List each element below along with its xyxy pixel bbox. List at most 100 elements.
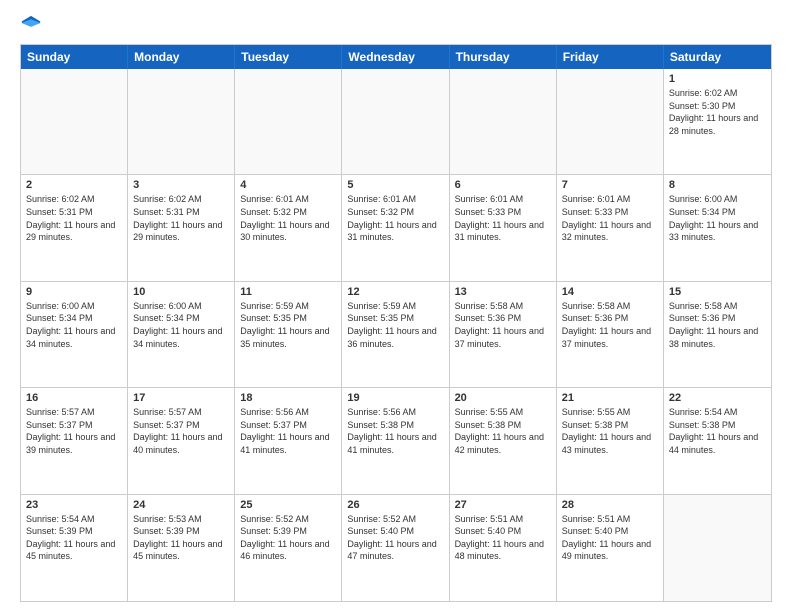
day-info: Sunrise: 6:00 AM Sunset: 5:34 PM Dayligh… [26, 300, 122, 350]
calendar-cell: 18 Sunrise: 5:56 AM Sunset: 5:37 PM Dayli… [235, 388, 342, 493]
day-info: Sunrise: 6:02 AM Sunset: 5:31 PM Dayligh… [26, 193, 122, 243]
day-number: 18 [240, 392, 336, 404]
header [20, 16, 772, 36]
day-number: 13 [455, 286, 551, 298]
page: SundayMondayTuesdayWednesdayThursdayFrid… [0, 0, 792, 612]
calendar-row: 1 Sunrise: 6:02 AM Sunset: 5:30 PM Daylig… [21, 69, 771, 175]
calendar-cell: 14Sunrise: 5:58 AM Sunset: 5:36 PM Dayli… [557, 282, 664, 387]
calendar-cell: 16 Sunrise: 5:57 AM Sunset: 5:37 PM Dayli… [21, 388, 128, 493]
day-number: 5 [347, 179, 443, 191]
day-number: 22 [669, 392, 766, 404]
day-number: 12 [347, 286, 443, 298]
calendar-cell: 1 Sunrise: 6:02 AM Sunset: 5:30 PM Daylig… [664, 69, 771, 174]
calendar-body: 1 Sunrise: 6:02 AM Sunset: 5:30 PM Daylig… [21, 69, 771, 601]
logo [20, 16, 46, 36]
day-info: Sunrise: 5:58 AM Sunset: 5:36 PM Dayligh… [455, 300, 551, 350]
day-info: Sunrise: 5:54 AM Sunset: 5:38 PM Dayligh… [669, 406, 766, 456]
calendar-cell: 6 Sunrise: 6:01 AM Sunset: 5:33 PM Daylig… [450, 175, 557, 280]
day-info: Sunrise: 6:00 AM Sunset: 5:34 PM Dayligh… [669, 193, 766, 243]
day-info: Sunrise: 5:58 AM Sunset: 5:36 PM Dayligh… [562, 300, 658, 350]
weekday-header: Friday [557, 45, 664, 69]
day-info: Sunrise: 6:01 AM Sunset: 5:32 PM Dayligh… [240, 193, 336, 243]
calendar-cell [128, 69, 235, 174]
weekday-header: Saturday [664, 45, 771, 69]
day-info: Sunrise: 5:56 AM Sunset: 5:37 PM Dayligh… [240, 406, 336, 456]
calendar-cell: 8 Sunrise: 6:00 AM Sunset: 5:34 PM Daylig… [664, 175, 771, 280]
day-info: Sunrise: 5:58 AM Sunset: 5:36 PM Dayligh… [669, 300, 766, 350]
calendar-cell: 9 Sunrise: 6:00 AM Sunset: 5:34 PM Daylig… [21, 282, 128, 387]
calendar-row: 2 Sunrise: 6:02 AM Sunset: 5:31 PM Daylig… [21, 175, 771, 281]
day-number: 1 [669, 73, 766, 85]
weekday-header: Thursday [450, 45, 557, 69]
calendar-cell: 2 Sunrise: 6:02 AM Sunset: 5:31 PM Daylig… [21, 175, 128, 280]
day-info: Sunrise: 5:53 AM Sunset: 5:39 PM Dayligh… [133, 513, 229, 563]
calendar-cell: 20 Sunrise: 5:55 AM Sunset: 5:38 PM Dayli… [450, 388, 557, 493]
day-number: 21 [562, 392, 658, 404]
day-info: Sunrise: 5:51 AM Sunset: 5:40 PM Dayligh… [455, 513, 551, 563]
day-number: 16 [26, 392, 122, 404]
calendar-cell: 27 Sunrise: 5:51 AM Sunset: 5:40 PM Dayli… [450, 495, 557, 601]
calendar-cell: 11 Sunrise: 5:59 AM Sunset: 5:35 PM Dayli… [235, 282, 342, 387]
day-info: Sunrise: 5:52 AM Sunset: 5:40 PM Dayligh… [347, 513, 443, 563]
day-number: 28 [562, 499, 658, 511]
calendar-cell [21, 69, 128, 174]
calendar-cell: 22 Sunrise: 5:54 AM Sunset: 5:38 PM Dayli… [664, 388, 771, 493]
calendar-cell: 7 Sunrise: 6:01 AM Sunset: 5:33 PM Daylig… [557, 175, 664, 280]
calendar-cell: 3 Sunrise: 6:02 AM Sunset: 5:31 PM Daylig… [128, 175, 235, 280]
day-info: Sunrise: 5:57 AM Sunset: 5:37 PM Dayligh… [26, 406, 122, 456]
day-info: Sunrise: 5:56 AM Sunset: 5:38 PM Dayligh… [347, 406, 443, 456]
calendar-cell [664, 495, 771, 601]
day-info: Sunrise: 6:01 AM Sunset: 5:33 PM Dayligh… [455, 193, 551, 243]
day-number: 8 [669, 179, 766, 191]
day-number: 26 [347, 499, 443, 511]
day-number: 24 [133, 499, 229, 511]
calendar-cell [235, 69, 342, 174]
calendar-cell [450, 69, 557, 174]
calendar-cell: 17Sunrise: 5:57 AM Sunset: 5:37 PM Dayli… [128, 388, 235, 493]
calendar-cell: 4Sunrise: 6:01 AM Sunset: 5:32 PM Daylig… [235, 175, 342, 280]
day-info: Sunrise: 5:55 AM Sunset: 5:38 PM Dayligh… [455, 406, 551, 456]
weekday-header: Tuesday [235, 45, 342, 69]
day-number: 2 [26, 179, 122, 191]
calendar-cell: 25 Sunrise: 5:52 AM Sunset: 5:39 PM Dayli… [235, 495, 342, 601]
day-number: 19 [347, 392, 443, 404]
day-info: Sunrise: 6:02 AM Sunset: 5:30 PM Dayligh… [669, 87, 766, 137]
day-info: Sunrise: 5:52 AM Sunset: 5:39 PM Dayligh… [240, 513, 336, 563]
day-number: 10 [133, 286, 229, 298]
calendar-row: 16 Sunrise: 5:57 AM Sunset: 5:37 PM Dayli… [21, 388, 771, 494]
day-number: 7 [562, 179, 658, 191]
logo-icon [20, 14, 42, 36]
calendar-cell: 24 Sunrise: 5:53 AM Sunset: 5:39 PM Dayli… [128, 495, 235, 601]
day-info: Sunrise: 6:02 AM Sunset: 5:31 PM Dayligh… [133, 193, 229, 243]
day-number: 3 [133, 179, 229, 191]
day-number: 23 [26, 499, 122, 511]
day-number: 25 [240, 499, 336, 511]
calendar-cell: 28 Sunrise: 5:51 AM Sunset: 5:40 PM Dayli… [557, 495, 664, 601]
day-info: Sunrise: 5:59 AM Sunset: 5:35 PM Dayligh… [347, 300, 443, 350]
day-number: 9 [26, 286, 122, 298]
day-number: 6 [455, 179, 551, 191]
day-info: Sunrise: 6:01 AM Sunset: 5:32 PM Dayligh… [347, 193, 443, 243]
day-info: Sunrise: 5:59 AM Sunset: 5:35 PM Dayligh… [240, 300, 336, 350]
calendar-cell [342, 69, 449, 174]
day-number: 27 [455, 499, 551, 511]
calendar-cell: 10 Sunrise: 6:00 AM Sunset: 5:34 PM Dayli… [128, 282, 235, 387]
day-number: 11 [240, 286, 336, 298]
day-info: Sunrise: 6:00 AM Sunset: 5:34 PM Dayligh… [133, 300, 229, 350]
day-info: Sunrise: 5:51 AM Sunset: 5:40 PM Dayligh… [562, 513, 658, 563]
calendar-cell: 5 Sunrise: 6:01 AM Sunset: 5:32 PM Daylig… [342, 175, 449, 280]
day-number: 17 [133, 392, 229, 404]
calendar-cell: 15 Sunrise: 5:58 AM Sunset: 5:36 PM Dayli… [664, 282, 771, 387]
calendar: SundayMondayTuesdayWednesdayThursdayFrid… [20, 44, 772, 602]
day-info: Sunrise: 6:01 AM Sunset: 5:33 PM Dayligh… [562, 193, 658, 243]
day-number: 20 [455, 392, 551, 404]
calendar-cell: 12 Sunrise: 5:59 AM Sunset: 5:35 PM Dayli… [342, 282, 449, 387]
calendar-cell [557, 69, 664, 174]
calendar-cell: 23 Sunrise: 5:54 AM Sunset: 5:39 PM Dayli… [21, 495, 128, 601]
calendar-row: 23 Sunrise: 5:54 AM Sunset: 5:39 PM Dayli… [21, 495, 771, 601]
day-info: Sunrise: 5:55 AM Sunset: 5:38 PM Dayligh… [562, 406, 658, 456]
day-number: 15 [669, 286, 766, 298]
calendar-cell: 13 Sunrise: 5:58 AM Sunset: 5:36 PM Dayli… [450, 282, 557, 387]
day-info: Sunrise: 5:54 AM Sunset: 5:39 PM Dayligh… [26, 513, 122, 563]
calendar-header: SundayMondayTuesdayWednesdayThursdayFrid… [21, 45, 771, 69]
